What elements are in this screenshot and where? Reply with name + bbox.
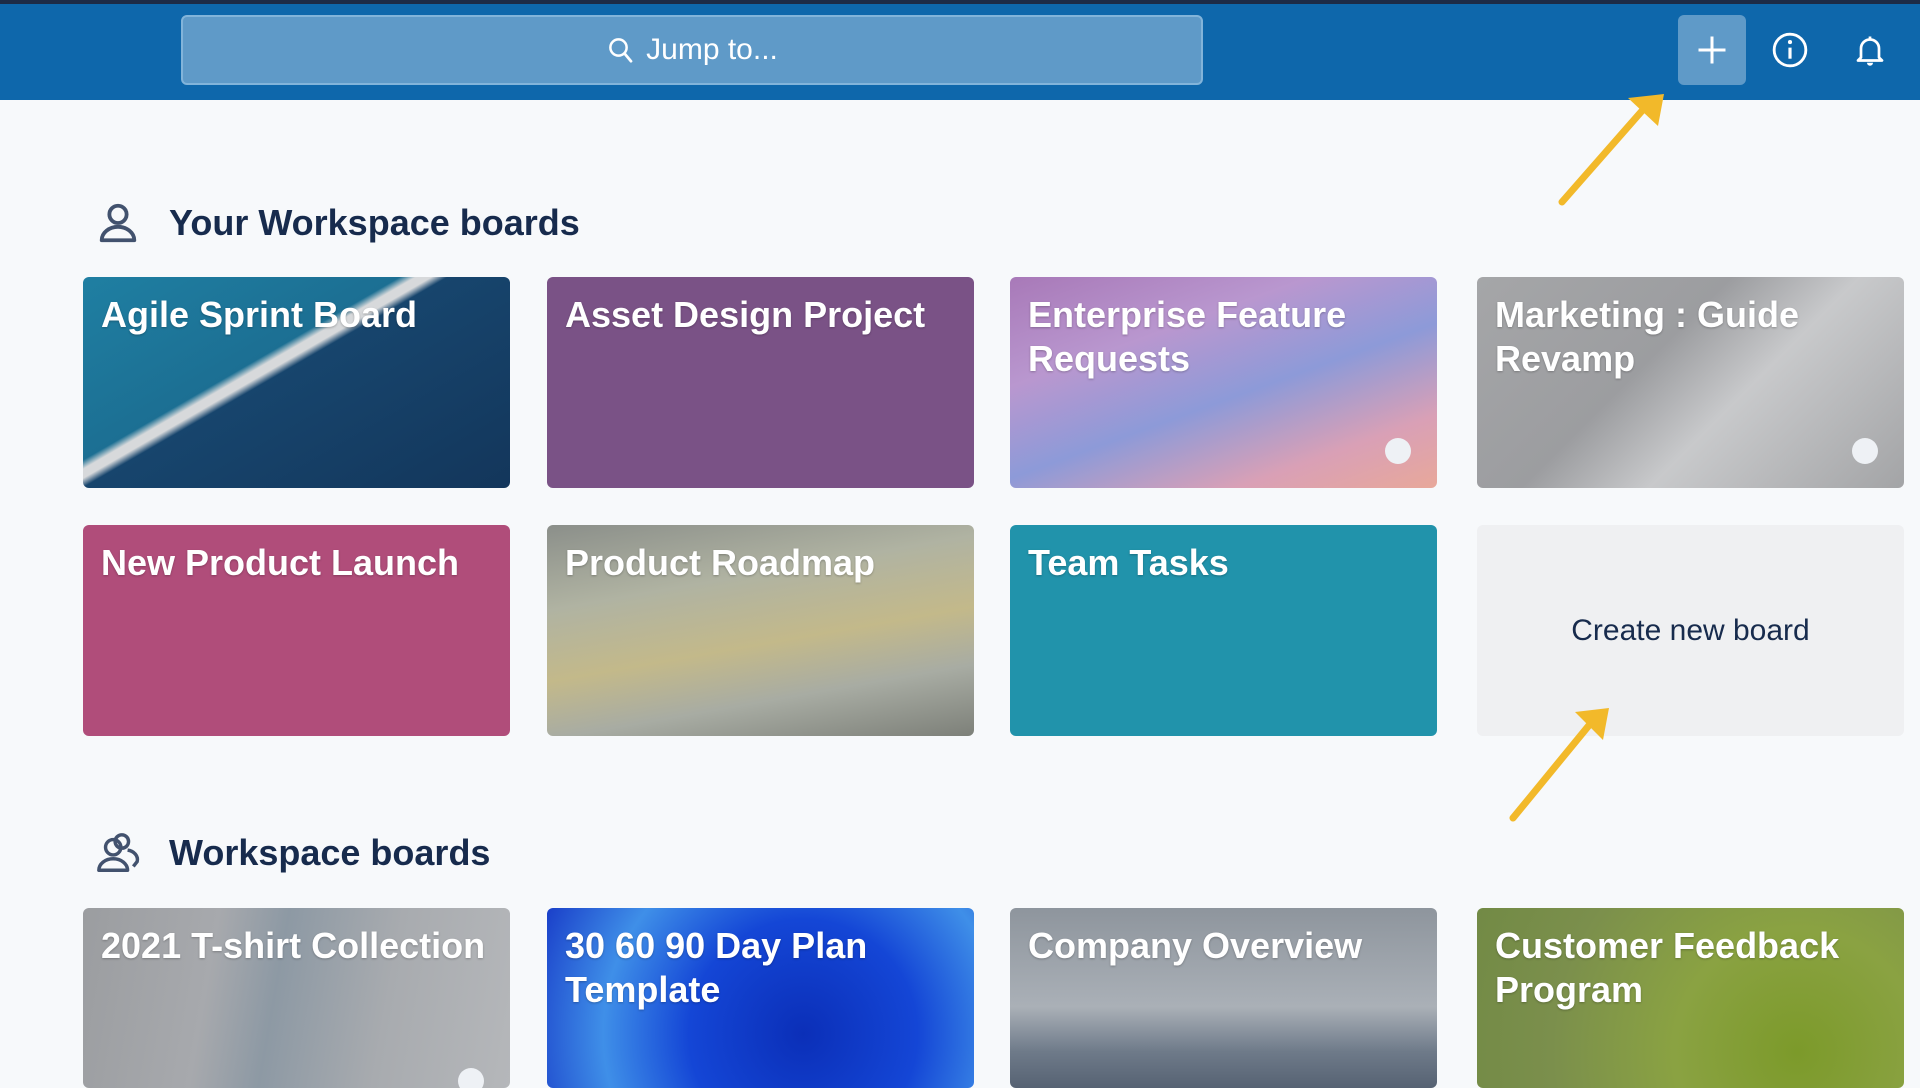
board-tile[interactable]: Team Tasks (1010, 525, 1437, 736)
board-status-dot (458, 1068, 484, 1088)
section-title: Workspace boards (169, 832, 491, 873)
board-tile[interactable]: 2021 T-shirt Collection (83, 908, 510, 1088)
section-workspace-boards: Workspace boards (95, 830, 490, 876)
create-button[interactable] (1678, 15, 1746, 85)
board-title: Asset Design Project (565, 294, 926, 335)
info-button[interactable] (1756, 15, 1824, 85)
board-status-dot (1385, 438, 1411, 464)
board-title: Team Tasks (1028, 542, 1229, 583)
board-title: Enterprise Feature Requests (1028, 294, 1347, 379)
board-title: Marketing : Guide Revamp (1495, 294, 1800, 379)
board-title: 30 60 90 Day Plan Template (565, 925, 868, 1010)
board-tile[interactable]: Enterprise Feature Requests (1010, 277, 1437, 488)
people-icon (97, 833, 140, 872)
board-tile[interactable]: Company Overview (1010, 908, 1437, 1088)
board-title: Agile Sprint Board (101, 294, 418, 335)
board-tile[interactable]: Agile Sprint Board (83, 277, 510, 488)
board-tile[interactable]: 30 60 90 Day Plan Template (547, 908, 974, 1088)
board-tile[interactable]: New Product Launch (83, 525, 510, 736)
annotation-arrow-create-button (1558, 94, 1664, 206)
section-your-workspace-boards: Your Workspace boards (95, 200, 580, 246)
board-tile[interactable]: Marketing : Guide Revamp (1477, 277, 1904, 488)
board-title: Product Roadmap (565, 542, 876, 583)
search-icon (609, 38, 633, 63)
board-title: 2021 T-shirt Collection (101, 925, 486, 966)
board-tile[interactable]: Customer Feedback Program (1477, 908, 1904, 1088)
create-new-board-label: Create new board (1571, 613, 1810, 647)
section-title: Your Workspace boards (169, 202, 580, 243)
annotation-arrow-create-board (1509, 708, 1609, 822)
jump-to-search[interactable]: Jump to... (181, 15, 1203, 85)
plus-icon (1698, 36, 1726, 64)
bell-icon (1856, 36, 1884, 66)
person-icon (99, 203, 137, 243)
board-title: Company Overview (1028, 925, 1363, 966)
info-icon (1772, 32, 1808, 68)
board-tile[interactable]: Asset Design Project (547, 277, 974, 488)
board-title: New Product Launch (101, 542, 460, 583)
board-tile[interactable]: Product Roadmap (547, 525, 974, 736)
board-status-dot (1852, 438, 1878, 464)
search-placeholder: Jump to... (646, 33, 778, 66)
notifications-button[interactable] (1836, 15, 1904, 85)
board-title: Customer Feedback Program (1495, 925, 1840, 1010)
